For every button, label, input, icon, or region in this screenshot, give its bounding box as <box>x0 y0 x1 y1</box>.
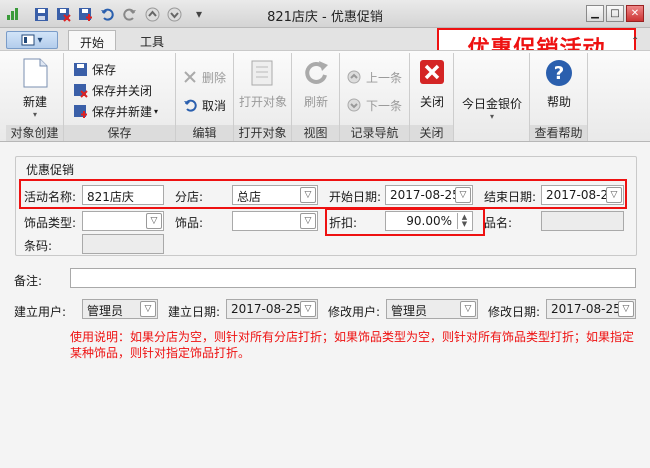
created-date-picker[interactable]: 2017-08-25 ▽ <box>226 299 318 319</box>
svg-text:?: ? <box>554 63 564 84</box>
maximize-button[interactable]: □ <box>606 5 624 22</box>
tab-start[interactable]: 开始 <box>68 30 116 50</box>
down-icon <box>346 97 362 113</box>
modified-date-label: 修改日期: <box>488 305 541 319</box>
save-close-icon <box>72 82 88 98</box>
close-window-button[interactable]: ✕ <box>626 5 644 22</box>
save-new-icon <box>72 103 88 119</box>
group-create: 新建 ▾ 对象创建 <box>6 53 64 141</box>
item-name-label: 品名: <box>484 216 513 230</box>
item-name-input[interactable] <box>541 211 624 231</box>
group-close-label: 关闭 <box>410 125 453 141</box>
cancel-button[interactable]: 取消 <box>182 95 226 115</box>
close-icon <box>417 57 447 89</box>
item-type-label: 饰品类型: <box>24 216 77 230</box>
chevron-down-icon[interactable]: ▽ <box>618 301 634 317</box>
group-view-label: 视图 <box>292 125 339 141</box>
usage-instructions: 使用说明：如果分店为空，则针对所有分店打折；如果饰品类型为空，则针对所有饰品类型… <box>70 330 635 360</box>
undo-icon <box>182 97 198 113</box>
window-title: 821店庆 - 优惠促销 <box>267 10 383 25</box>
group-save-label: 保存 <box>64 125 175 141</box>
group-close: 关闭 关闭 <box>410 53 454 141</box>
delete-button[interactable]: 删除 <box>182 67 226 87</box>
next-record-button[interactable]: 下一条 <box>346 95 402 115</box>
chevron-down-icon[interactable]: ▽ <box>300 301 316 317</box>
gold-price-button[interactable]: 今日金银价 ▾ <box>454 95 530 121</box>
delete-icon <box>182 69 198 85</box>
save-new-dropdown-icon: ▾ <box>154 106 159 116</box>
remark-label: 备注: <box>14 274 43 288</box>
created-date-label: 建立日期: <box>168 305 221 319</box>
title-bar: ▾ 821店庆 - 优惠促销 ▁ □ ✕ <box>0 0 650 28</box>
group-gold: 今日金银价 ▾ <box>454 53 530 141</box>
open-object-icon <box>248 57 278 89</box>
item-type-select[interactable]: ▽ <box>82 211 164 231</box>
modified-date-picker[interactable]: 2017-08-25 ▽ <box>546 299 636 319</box>
new-document-icon <box>20 57 50 89</box>
item-select[interactable]: ▽ <box>232 211 318 231</box>
remark-input[interactable] <box>70 268 636 288</box>
help-button[interactable]: ? 帮助 <box>530 57 588 110</box>
group-edit-label: 编辑 <box>176 125 233 141</box>
file-menu-button[interactable]: ▾ <box>6 31 58 49</box>
created-by-select[interactable]: 管理员 ▽ <box>82 299 158 319</box>
group-open: 打开对象 打开对象 <box>234 53 292 141</box>
minimize-button[interactable]: ▁ <box>586 5 604 22</box>
main-content: 优惠促销 活动名称: 821店庆 分店: 总店 ▽ 开始日期: 2017-08-… <box>0 142 650 468</box>
barcode-input[interactable] <box>82 234 164 254</box>
chevron-down-icon[interactable]: ▽ <box>146 213 162 229</box>
group-help-label: 查看帮助 <box>530 125 587 141</box>
item-label: 饰品: <box>175 216 204 230</box>
modified-by-label: 修改用户: <box>328 305 381 319</box>
group-help: ? 帮助 查看帮助 <box>530 53 588 141</box>
save-button[interactable]: 保存 <box>72 59 116 79</box>
group-nav-label: 记录导航 <box>340 125 409 141</box>
chevron-down-icon[interactable]: ▽ <box>300 213 316 229</box>
up-icon <box>346 69 362 85</box>
new-dropdown-icon: ▾ <box>32 110 37 119</box>
help-icon: ? <box>544 57 574 89</box>
modified-by-select[interactable]: 管理员 ▽ <box>386 299 478 319</box>
panel-title: 优惠促销 <box>26 163 75 177</box>
barcode-label: 条码: <box>24 239 53 253</box>
new-label: 新建 <box>22 95 47 109</box>
prev-record-button[interactable]: 上一条 <box>346 67 402 87</box>
save-close-button[interactable]: 保存并关闭 <box>72 80 152 100</box>
group-nav: 上一条 下一条 记录导航 <box>340 53 410 141</box>
chevron-down-icon[interactable]: ▽ <box>460 301 476 317</box>
group-view: 刷新 视图 <box>292 53 340 141</box>
highlight-box-row1 <box>19 179 627 209</box>
collapse-ribbon-icon[interactable]: ⌃ <box>631 36 639 47</box>
group-create-label: 对象创建 <box>6 125 63 141</box>
refresh-icon <box>301 57 331 89</box>
ribbon: 新建 ▾ 对象创建 保存 保存并关闭 保存并新建 ▾ 保存 删除 取消 编辑 打… <box>0 50 650 142</box>
open-object-button[interactable]: 打开对象 <box>234 57 292 110</box>
tab-tools[interactable]: 工具 <box>126 30 178 50</box>
group-edit: 删除 取消 编辑 <box>176 53 234 141</box>
save-new-button[interactable]: 保存并新建 ▾ <box>72 101 158 121</box>
save-icon <box>72 61 88 77</box>
close-button[interactable]: 关闭 <box>410 57 454 110</box>
refresh-button[interactable]: 刷新 <box>292 57 340 110</box>
gold-dropdown-icon: ▾ <box>489 112 494 121</box>
chevron-down-icon[interactable]: ▽ <box>140 301 156 317</box>
new-button[interactable]: 新建 ▾ <box>6 57 64 119</box>
group-save: 保存 保存并关闭 保存并新建 ▾ 保存 <box>64 53 176 141</box>
highlight-box-discount <box>325 208 485 236</box>
created-by-label: 建立用户: <box>14 305 67 319</box>
group-open-label: 打开对象 <box>234 125 291 141</box>
